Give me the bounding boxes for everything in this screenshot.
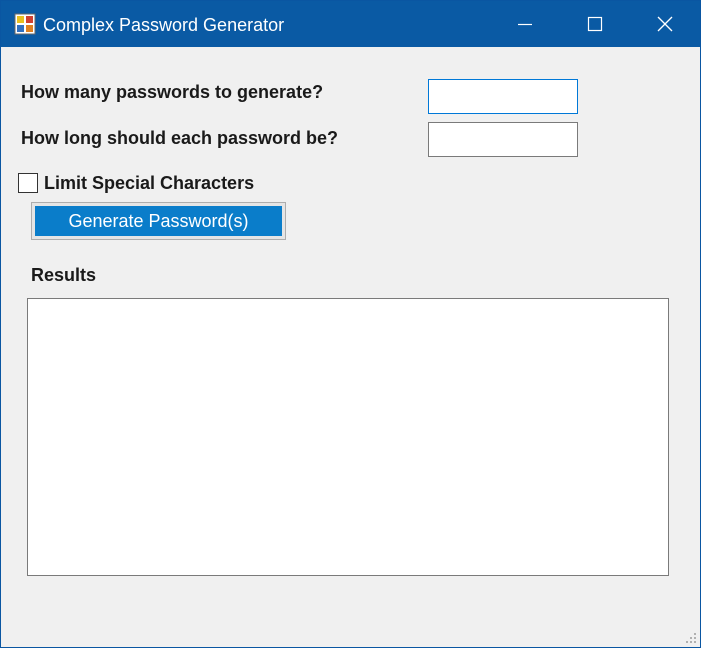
window-title: Complex Password Generator <box>43 15 285 35</box>
app-icon <box>14 13 36 35</box>
password-count-input[interactable] <box>428 79 578 114</box>
close-icon <box>657 16 673 32</box>
app-window: Complex Password Generator How many pass… <box>0 0 701 648</box>
results-label: Results <box>31 265 97 285</box>
results-textbox[interactable] <box>27 298 669 576</box>
minimize-icon <box>518 23 532 26</box>
minimize-button[interactable] <box>490 1 560 47</box>
password-length-label: How long should each password be? <box>21 128 339 148</box>
resize-grip-icon[interactable] <box>685 632 697 644</box>
maximize-button[interactable] <box>560 1 630 47</box>
maximize-icon <box>587 16 603 32</box>
generate-button-label: Generate Password(s) <box>35 206 282 236</box>
generate-button[interactable]: Generate Password(s) <box>31 202 286 240</box>
close-button[interactable] <box>630 1 700 47</box>
limit-special-checkbox[interactable] <box>18 173 38 193</box>
password-count-label: How many passwords to generate? <box>21 82 324 102</box>
password-length-input[interactable] <box>428 122 578 157</box>
title-bar[interactable]: Complex Password Generator <box>1 1 700 47</box>
limit-special-label[interactable]: Limit Special Characters <box>44 172 254 194</box>
